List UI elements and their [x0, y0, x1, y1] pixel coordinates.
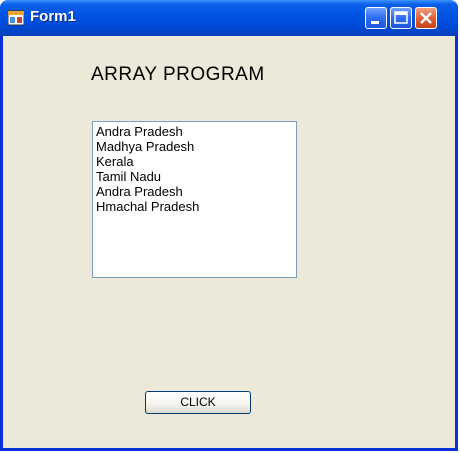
list-item[interactable]: Hmachal Pradesh — [96, 199, 293, 214]
list-item[interactable]: Tamil Nadu — [96, 169, 293, 184]
title-bar[interactable]: Form1 — [0, 0, 458, 36]
close-button[interactable] — [415, 7, 437, 29]
list-item[interactable]: Andra Pradesh — [96, 124, 293, 139]
list-item[interactable]: Andra Pradesh — [96, 184, 293, 199]
close-icon — [420, 12, 432, 24]
list-item[interactable]: Kerala — [96, 154, 293, 169]
states-listbox[interactable]: Andra Pradesh Madhya Pradesh Kerala Tami… — [92, 121, 297, 278]
maximize-icon — [394, 11, 408, 24]
heading-label: ARRAY PROGRAM — [91, 64, 265, 85]
window-title: Form1 — [30, 8, 76, 25]
maximize-button[interactable] — [390, 7, 412, 29]
minimize-button[interactable] — [365, 7, 387, 29]
form-window: Form1 ARRAY PROGRAM Andra Pradesh Madhya… — [0, 0, 458, 451]
click-button[interactable]: CLICK — [145, 391, 251, 414]
minimize-icon — [371, 21, 379, 24]
app-icon — [7, 10, 25, 26]
list-item[interactable]: Madhya Pradesh — [96, 139, 293, 154]
